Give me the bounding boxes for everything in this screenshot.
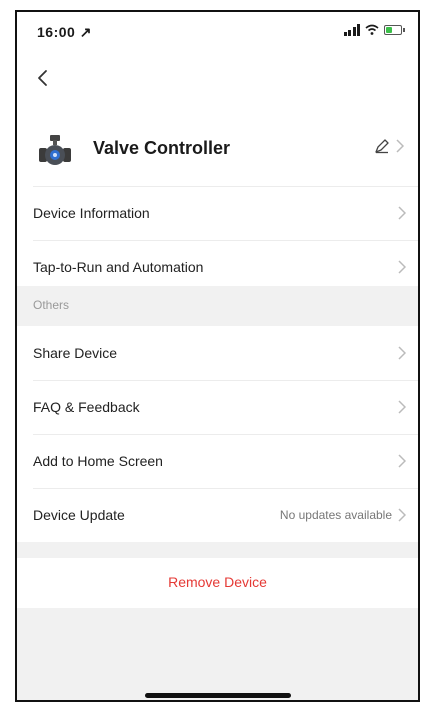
pencil-icon: [375, 139, 389, 154]
chevron-right-icon: [398, 508, 406, 522]
device-information-label: Device Information: [33, 205, 150, 221]
chevron-right-icon: [398, 260, 406, 274]
tap-to-run-label: Tap-to-Run and Automation: [33, 259, 204, 275]
chevron-right-icon: [398, 206, 406, 220]
remove-device-label: Remove Device: [168, 574, 267, 590]
chevron-right-icon: [398, 454, 406, 468]
device-update-status: No updates available: [279, 508, 392, 522]
add-to-home-screen-label: Add to Home Screen: [33, 453, 163, 469]
chevron-right-icon: [398, 400, 406, 414]
device-name: Valve Controller: [93, 138, 231, 158]
device-header: Valve Controller: [17, 112, 418, 186]
chevron-right-icon: [398, 346, 406, 360]
status-time: 16:00 ↗: [37, 24, 92, 40]
add-to-home-screen-row[interactable]: Add to Home Screen: [17, 434, 418, 488]
faq-feedback-row[interactable]: FAQ & Feedback: [17, 380, 418, 434]
device-update-label: Device Update: [33, 507, 125, 523]
chevron-right-icon: [396, 139, 404, 153]
others-section-header: Others: [17, 286, 418, 326]
device-update-row[interactable]: Device Update No updates available: [17, 488, 418, 542]
share-device-row[interactable]: Share Device: [17, 326, 418, 380]
share-device-label: Share Device: [33, 345, 118, 361]
remove-device-button[interactable]: Remove Device: [17, 558, 418, 608]
bottom-area: [17, 608, 418, 700]
phone-frame: 16:00 ↗ Valve Controller Device Informat…: [15, 10, 420, 702]
others-header-label: Others: [33, 298, 70, 312]
faq-feedback-label: FAQ & Feedback: [33, 399, 140, 415]
home-indicator[interactable]: [144, 693, 291, 698]
section-gap: [17, 542, 418, 558]
edit-device-button[interactable]: [374, 138, 404, 154]
signal-icon: [343, 24, 360, 36]
battery-icon: [384, 25, 405, 35]
wifi-icon: [365, 24, 379, 35]
back-icon[interactable]: [31, 66, 55, 90]
status-bar: 16:00 ↗: [17, 12, 418, 52]
status-icons: [343, 24, 405, 36]
device-information-row[interactable]: Device Information: [17, 186, 418, 240]
valve-icon: [39, 135, 71, 165]
